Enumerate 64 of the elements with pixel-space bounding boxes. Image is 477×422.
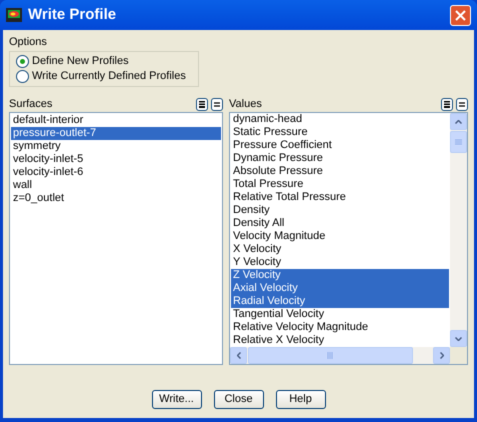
list-item[interactable]: default-interior xyxy=(11,114,221,127)
radio-label[interactable]: Define New Profiles xyxy=(32,55,129,68)
select-all-button[interactable] xyxy=(196,98,208,111)
scroll-left-button[interactable] xyxy=(230,347,247,364)
list-item[interactable]: Pressure Coefficient xyxy=(231,139,449,152)
list-item[interactable]: symmetry xyxy=(11,140,221,153)
list-item[interactable]: Static Pressure xyxy=(231,126,449,139)
equals-icon xyxy=(459,102,465,107)
window-title: Write Profile xyxy=(28,4,118,25)
scroll-thumb[interactable] xyxy=(450,131,467,153)
scroll-up-button[interactable] xyxy=(450,113,467,130)
deselect-all-button[interactable] xyxy=(456,98,468,111)
list-item[interactable]: Tangential Velocity xyxy=(231,308,449,321)
list-item[interactable]: X Velocity xyxy=(231,243,449,256)
list-item[interactable]: Axial Velocity xyxy=(231,282,449,295)
close-icon xyxy=(455,10,466,20)
caret-right-icon xyxy=(440,352,444,359)
dialog-button[interactable]: Help xyxy=(276,390,326,409)
list-item[interactable]: Absolute Pressure xyxy=(231,165,449,178)
list-item[interactable]: Y Velocity xyxy=(231,256,449,269)
list-item[interactable]: Dynamic Pressure xyxy=(231,152,449,165)
radio-button[interactable] xyxy=(16,55,29,68)
list-item[interactable]: wall xyxy=(11,179,221,192)
surfaces-list[interactable]: default-interior pressure-outlet-7 symmetry velocity-inlet-5 velocity-inlet-6 wall z=0_outlet xyxy=(9,112,223,365)
list-item[interactable]: Relative Total Pressure xyxy=(231,191,449,204)
list-item[interactable]: velocity-inlet-6 xyxy=(11,166,221,179)
list-item[interactable]: Z Velocity xyxy=(231,269,449,282)
grip-icon xyxy=(327,352,334,359)
scroll-thumb[interactable] xyxy=(248,347,413,364)
list-item[interactable]: pressure-outlet-7 xyxy=(11,127,221,140)
grip-icon xyxy=(455,138,462,146)
close-button[interactable] xyxy=(450,4,471,26)
list-item[interactable]: Relative Velocity Magnitude xyxy=(231,321,449,334)
scrollbar-corner xyxy=(450,347,467,364)
caret-left-icon xyxy=(236,352,240,359)
list-item[interactable]: Velocity Magnitude xyxy=(231,230,449,243)
list-item[interactable]: z=0_outlet xyxy=(11,192,221,205)
dialog-button[interactable]: Close xyxy=(214,390,264,409)
group-label: Options xyxy=(9,36,48,49)
horizontal-scrollbar[interactable] xyxy=(230,347,450,364)
list-label: Values xyxy=(229,98,263,111)
list-item[interactable]: Radial Velocity xyxy=(231,295,449,308)
scroll-right-button[interactable] xyxy=(433,347,450,364)
caret-down-icon xyxy=(455,336,462,340)
caret-up-icon xyxy=(455,120,462,124)
dialog-button[interactable]: Write... xyxy=(152,390,202,409)
equals-icon xyxy=(214,102,220,107)
list-label: Surfaces xyxy=(9,98,54,111)
scroll-down-button[interactable] xyxy=(450,330,467,347)
values-list[interactable] xyxy=(229,112,468,365)
radio-label[interactable]: Write Currently Defined Profiles xyxy=(32,70,186,83)
list-item[interactable]: Density xyxy=(231,204,449,217)
list-item[interactable]: velocity-inlet-5 xyxy=(11,153,221,166)
radio-button[interactable] xyxy=(16,70,29,83)
list-item[interactable]: Density All xyxy=(231,217,449,230)
list-icon xyxy=(444,101,450,108)
list-icon xyxy=(199,101,205,108)
list-item[interactable]: Relative X Velocity xyxy=(231,334,449,347)
select-all-button[interactable] xyxy=(441,98,453,111)
app-icon xyxy=(6,8,22,22)
vertical-scrollbar[interactable] xyxy=(450,113,467,347)
deselect-all-button[interactable] xyxy=(211,98,223,111)
list-item[interactable]: dynamic-head xyxy=(231,113,449,126)
list-item[interactable]: Total Pressure xyxy=(231,178,449,191)
